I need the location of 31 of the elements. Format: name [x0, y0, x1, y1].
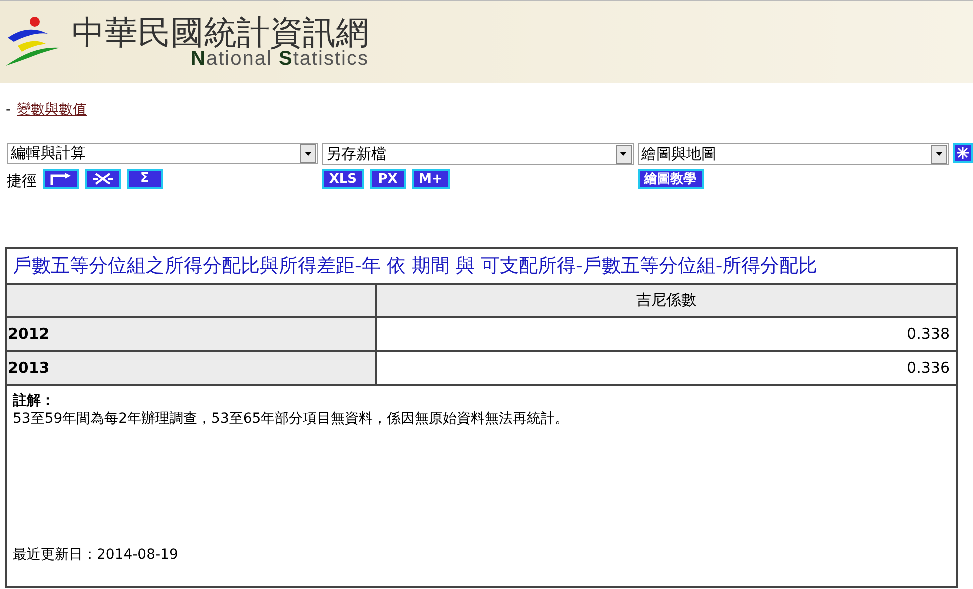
toolbar-button[interactable]: M+: [412, 169, 450, 189]
transpose-button[interactable]: [85, 168, 121, 188]
toolbar-button[interactable]: Σ: [127, 168, 163, 188]
asterisk-icon: [957, 147, 970, 159]
dropdown[interactable]: 另存新檔: [322, 143, 634, 165]
site-title: 中華民國統計資訊網: [72, 16, 369, 48]
caret-icon: [620, 152, 628, 156]
bullet-dash: -: [6, 101, 12, 120]
toolbar-button[interactable]: PX: [370, 169, 406, 189]
shortcut-label: 捷徑: [7, 174, 37, 189]
site-subtitle: National Statistics: [191, 48, 369, 68]
update-date: 最近更新日：2014-08-19: [13, 546, 180, 564]
caret-icon: [936, 152, 943, 156]
toolbar-button[interactable]: 繪圖教學: [638, 169, 704, 189]
row-header: 2012: [7, 318, 377, 352]
column-header: 吉尼係數: [377, 285, 956, 318]
dropdown[interactable]: 編輯與計算: [7, 143, 318, 164]
turn-arrow-icon: [50, 172, 72, 184]
row-header: 2013: [7, 352, 377, 386]
note-title: 註解：: [13, 392, 56, 410]
cross-arrows-icon: [92, 172, 114, 184]
caret-icon: [304, 152, 312, 156]
dropdown[interactable]: 繪圖與地圖: [638, 143, 950, 165]
expand-button[interactable]: [953, 143, 973, 163]
breadcrumb-link[interactable]: 變數與數值: [17, 100, 88, 121]
note-text: 53至59年間為每2年辦理調查，53至65年部分項目無資料，係因無原始資料無法再統計。: [13, 410, 570, 428]
table-cell: 0.336: [377, 352, 956, 386]
table-cell: 0.338: [377, 318, 956, 352]
logo-icon: [4, 16, 62, 68]
toolbar-button[interactable]: XLS: [322, 169, 364, 189]
pivot-button[interactable]: [43, 168, 79, 188]
